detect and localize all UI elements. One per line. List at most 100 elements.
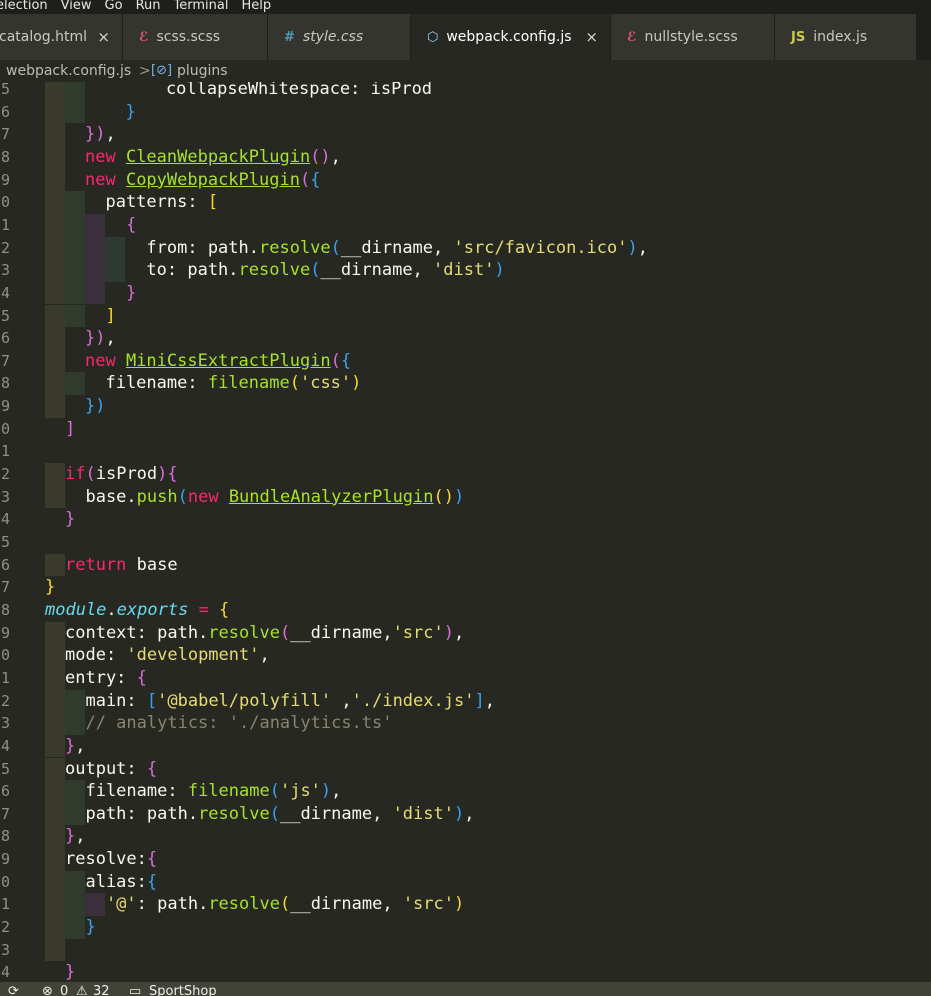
close-icon[interactable]: × [97,14,110,60]
line-number: 97 [0,351,11,370]
code-line[interactable] [45,939,931,961]
code-line[interactable]: } [45,916,931,938]
tab-scss-scss[interactable]: ℰscss.scss [123,14,268,60]
warning-icon[interactable]: ⚠ [76,982,88,996]
tab-webpack-config-js[interactable]: ⬡ webpack.config.js × [411,14,611,60]
code-line[interactable]: new MiniCssExtractPlugin({ [45,350,931,372]
code-line[interactable] [45,440,931,462]
indent-guide [65,712,85,735]
status-bar: ⟳ ⊗ 0 ⚠ 32 ▭ SportShop [0,982,931,996]
code-line[interactable]: from: path.resolve(__dirname, 'src/favic… [45,237,931,259]
menu-bar: election View Go Run Terminal Help [0,0,931,14]
workspace-folder[interactable]: SportShop [149,982,217,996]
indent-guide [45,304,65,328]
menu-terminal[interactable]: Terminal [174,0,229,12]
code-line[interactable]: to: path.resolve(__dirname, 'dist') [45,259,931,281]
code-line[interactable]: ] [45,305,931,327]
breadcrumb-symbol[interactable]: plugins [177,60,228,82]
line-number: 11 [0,668,11,687]
line-number: 18 [0,827,11,846]
code-line[interactable]: new CleanWebpackPlugin(), [45,146,931,168]
indent-guide [45,463,65,486]
code-line[interactable]: } [45,961,931,982]
menu-help[interactable]: Help [241,0,271,12]
menu-view[interactable]: View [61,0,92,12]
line-number: 22 [0,918,11,937]
code-line[interactable]: resolve:{ [45,848,931,870]
code-line[interactable]: path: path.resolve(__dirname, 'dist'), [45,803,931,825]
indent-guide [45,893,65,917]
indent-guide [45,236,65,260]
line-number: 98 [0,374,11,393]
warning-count[interactable]: 32 [93,982,110,996]
code-editor[interactable]: 85 86 87 88 89 90 91 92 93 94 95 96 97 98 99 00 01 02 03 04… [0,82,931,982]
code-line[interactable]: patterns: [ [45,191,931,213]
tab-index-js[interactable]: JS index.js [775,14,917,60]
code-line[interactable]: }, [45,735,931,757]
line-number: 09 [0,623,11,642]
code-line[interactable]: // analytics: './analytics.ts' [45,712,931,734]
code-line[interactable]: collapseWhitespace: isProd [45,82,931,100]
indent-guide [45,372,65,396]
code-line[interactable]: output: { [45,758,931,780]
menu-selection[interactable]: election [0,0,48,12]
code-line[interactable]: alias:{ [45,871,931,893]
code-line[interactable]: new CopyWebpackPlugin({ [45,169,931,191]
tab-catalog-html[interactable]: catalog.html × [0,14,123,60]
code-line[interactable] [45,531,931,553]
line-number: 04 [0,510,11,529]
code-line[interactable]: { [45,214,931,236]
indent-guide [65,780,85,803]
error-icon[interactable]: ⊗ [42,982,53,996]
code-line[interactable]: } [45,282,931,304]
indent-guide [105,236,125,260]
code-line[interactable]: }), [45,327,931,349]
indent-guide [85,213,105,237]
code-line[interactable]: entry: { [45,667,931,689]
breadcrumb-file[interactable]: webpack.config.js [6,60,131,82]
line-number: 23 [0,940,11,959]
code-line[interactable]: }) [45,395,931,417]
indent-guide [45,712,65,735]
code-line[interactable]: } [45,576,931,598]
code-line[interactable]: ] [45,418,931,440]
code-line[interactable]: if(isProd){ [45,463,931,485]
menu-run[interactable]: Run [136,0,161,12]
error-count[interactable]: 0 [60,982,68,996]
code-line[interactable]: filename: filename('js'), [45,780,931,802]
menu-go[interactable]: Go [105,0,123,12]
code-line[interactable]: filename: filename('css') [45,372,931,394]
code-line[interactable]: context: path.resolve(__dirname,'src'), [45,622,931,644]
code-line[interactable]: mode: 'development', [45,644,931,666]
sync-icon[interactable]: ⟳ [8,982,19,996]
code-line[interactable]: main: ['@babel/polyfill' ,'./index.js'], [45,690,931,712]
line-number: 16 [0,782,11,801]
indent-guide [85,893,105,917]
indent-guide [45,916,65,939]
tab-style-css[interactable]: # style.css [268,14,411,60]
breadcrumb: webpack.config.js > [⊘] plugins [0,60,931,82]
code-line[interactable]: } [45,101,931,123]
line-number: 86 [0,102,11,121]
indent-guide [45,100,65,124]
editor-tab-bar: catalog.html × ℰscss.scss # style.css ⬡ webpac… [0,14,931,60]
line-number: 00 [0,419,11,438]
code-line[interactable]: module.exports = { [45,599,931,621]
code-line[interactable]: }, [45,825,931,847]
js-file-icon: JS [791,30,806,45]
indent-guide [105,259,125,282]
tab-nullstyle-scss[interactable]: ℰnullstyle.scss [611,14,775,60]
close-icon[interactable]: × [585,14,598,60]
indent-guide [65,304,85,328]
code-line[interactable]: return base [45,554,931,576]
code-line[interactable]: base.push(new BundleAnalyzerPlugin()) [45,486,931,508]
code-line[interactable]: } [45,508,931,530]
line-number: 19 [0,850,11,869]
code-line[interactable]: '@': path.resolve(__dirname, 'src') [45,893,931,915]
indent-guide [85,281,105,305]
indent-guide [65,259,85,282]
indent-guide [45,213,65,237]
code-line[interactable]: }), [45,123,931,145]
line-number: 20 [0,872,11,891]
indent-guide [45,82,65,101]
